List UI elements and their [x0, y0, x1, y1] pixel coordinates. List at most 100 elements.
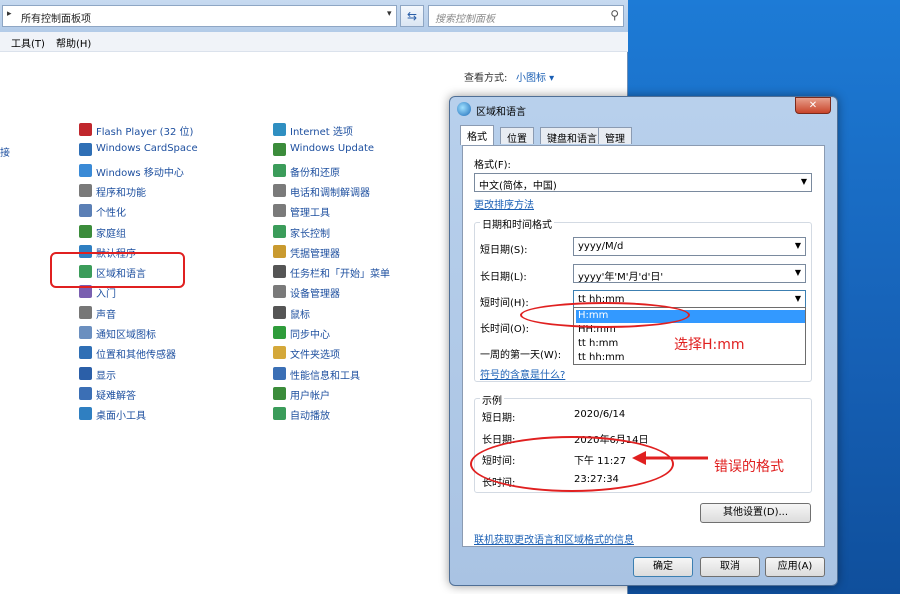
col1-item[interactable]: Flash Player (32 位) — [79, 123, 193, 141]
view-by-label: 查看方式: — [464, 73, 508, 84]
menu-help[interactable]: 帮助(H) — [56, 35, 91, 50]
control-panel-item-icon — [273, 163, 286, 177]
sort-link[interactable]: 更改排序方法 — [474, 196, 534, 211]
apply-button[interactable]: 应用(A) — [765, 557, 825, 577]
col2-item[interactable]: 自动播放 — [273, 407, 330, 425]
refresh-button[interactable]: ⇆ — [400, 5, 424, 27]
control-panel-item-icon — [79, 326, 92, 339]
control-panel-item-icon — [273, 407, 286, 421]
col1-item[interactable]: 位置和其他传感器 — [79, 346, 176, 364]
col1-item[interactable]: 声音 — [79, 305, 116, 324]
col1-item[interactable]: 程序和功能 — [79, 183, 146, 202]
datetime-group-label: 日期和时间格式 — [480, 216, 554, 231]
search-input[interactable]: 搜索控制面板 ⚲ — [428, 5, 624, 27]
control-panel-item-label: Internet 选项 — [290, 127, 353, 138]
col1-item[interactable]: 个性化 — [79, 204, 126, 222]
col1-item[interactable]: 家庭组 — [79, 224, 126, 243]
col2-item[interactable]: 管理工具 — [273, 204, 330, 222]
control-panel-item-icon — [273, 183, 286, 197]
highlight-box — [50, 252, 185, 288]
long-date-value: yyyy'年'M'月'd'日' — [578, 272, 664, 283]
tab-keyboards[interactable]: 键盘和语言 — [540, 127, 604, 145]
control-panel-item-icon — [273, 305, 286, 319]
tab-location[interactable]: 位置 — [500, 127, 534, 145]
dialog-title: 区域和语言 — [476, 107, 526, 118]
control-panel-item-label: 同步中心 — [290, 330, 330, 341]
col1-item[interactable]: Windows 移动中心 — [79, 163, 184, 182]
col2-item[interactable]: 鼠标 — [273, 305, 310, 324]
col2-item[interactable]: 备份和还原 — [273, 163, 340, 182]
control-panel-item-label: 用户帐户 — [290, 390, 330, 402]
col2-item[interactable]: 用户帐户 — [273, 386, 330, 405]
control-panel-item-label: Windows Update — [290, 143, 375, 155]
col1-item[interactable]: 疑难解答 — [79, 386, 136, 405]
col1-item[interactable]: 入门 — [79, 285, 116, 303]
highlight-ellipse — [520, 302, 690, 328]
tab-administrative[interactable]: 管理 — [598, 127, 632, 145]
view-by-dropdown[interactable]: 小图标 ▾ — [516, 69, 554, 84]
control-panel-item-icon — [273, 326, 286, 339]
long-time-label: 长时间(O): — [480, 324, 530, 335]
col2-item[interactable]: 凭据管理器 — [273, 244, 340, 263]
chevron-down-icon: ▼ — [794, 294, 801, 303]
col2-item[interactable]: 性能信息和工具 — [273, 366, 360, 385]
control-panel-item-icon — [273, 123, 286, 136]
ok-button[interactable]: 确定 — [633, 557, 693, 577]
short-date-label: 短日期(S): — [480, 245, 528, 256]
control-panel-item-icon — [79, 123, 92, 136]
col2-item[interactable]: 任务栏和「开始」菜单 — [273, 265, 390, 283]
breadcrumb[interactable]: 所有控制面板项 — [21, 10, 91, 25]
control-panel-item-icon — [79, 163, 92, 177]
symbols-link[interactable]: 符号的含意是什么? — [480, 366, 565, 381]
globe-icon — [457, 102, 471, 116]
control-panel-item-icon — [273, 285, 286, 299]
col1-item[interactable]: Windows CardSpace — [79, 143, 198, 161]
col2-item[interactable]: 同步中心 — [273, 326, 330, 344]
truncated-item-label[interactable]: 接 — [0, 144, 10, 159]
col1-item[interactable]: 显示 — [79, 366, 116, 385]
control-panel-item-label: Windows CardSpace — [96, 143, 198, 155]
control-panel-item-label: 显示 — [96, 370, 116, 382]
col1-item[interactable]: 通知区域图标 — [79, 326, 156, 344]
control-panel-item-label: 鼠标 — [290, 309, 310, 321]
col2-item[interactable]: 设备管理器 — [273, 285, 340, 303]
control-panel-item-label: 家庭组 — [96, 228, 126, 240]
long-date-select[interactable]: yyyy'年'M'月'd'日' ▼ — [573, 264, 806, 283]
col2-item[interactable]: 家长控制 — [273, 224, 330, 243]
chevron-down-icon: ▼ — [800, 177, 807, 186]
control-panel-item-label: 声音 — [96, 309, 116, 321]
search-icon[interactable]: ⚲ — [610, 8, 619, 22]
control-panel-item-icon — [79, 366, 92, 380]
close-button[interactable]: ✕ — [795, 97, 831, 114]
control-panel-item-label: 性能信息和工具 — [290, 370, 360, 382]
format-select[interactable]: 中文(简体，中国) ▼ — [474, 173, 812, 192]
col2-item[interactable]: Windows Update — [273, 143, 374, 161]
menu-tools[interactable]: 工具(T) — [11, 35, 45, 50]
examples-group-label: 示例 — [480, 392, 504, 407]
control-panel-item-label: 桌面小工具 — [96, 411, 146, 423]
col2-item[interactable]: Internet 选项 — [273, 123, 353, 141]
control-panel-item-icon — [273, 386, 286, 400]
col1-item[interactable]: 桌面小工具 — [79, 407, 146, 425]
other-settings-button[interactable]: 其他设置(D)... — [700, 503, 811, 523]
short-date-select[interactable]: yyyy/M/d ▼ — [573, 237, 806, 256]
online-info-link[interactable]: 联机获取更改语言和区域格式的信息 — [474, 531, 634, 546]
control-panel-item-icon — [79, 305, 92, 319]
control-panel-item-label: 电话和调制解调器 — [290, 187, 370, 199]
control-panel-item-icon — [273, 204, 286, 218]
chevron-down-icon: ▼ — [794, 241, 801, 250]
chevron-down-icon[interactable]: ▾ — [387, 9, 392, 19]
format-label: 格式(F): — [474, 160, 511, 171]
cancel-button[interactable]: 取消 — [700, 557, 760, 577]
control-panel-item-label: 家长控制 — [290, 228, 330, 240]
address-bar[interactable]: ▸ 所有控制面板项 ▾ — [2, 5, 397, 27]
col2-item[interactable]: 电话和调制解调器 — [273, 183, 370, 202]
tab-formats[interactable]: 格式 — [460, 125, 494, 145]
col2-item[interactable]: 文件夹选项 — [273, 346, 340, 364]
control-panel-item-label: 通知区域图标 — [96, 330, 156, 341]
address-toolbar: ▸ 所有控制面板项 ▾ ⇆ 搜索控制面板 ⚲ — [0, 0, 628, 32]
breadcrumb-arrow-icon[interactable]: ▸ — [7, 9, 12, 19]
control-panel-item-icon — [79, 407, 92, 421]
control-panel-item-icon — [273, 143, 286, 157]
short-time-label: 短时间(H): — [480, 298, 529, 309]
